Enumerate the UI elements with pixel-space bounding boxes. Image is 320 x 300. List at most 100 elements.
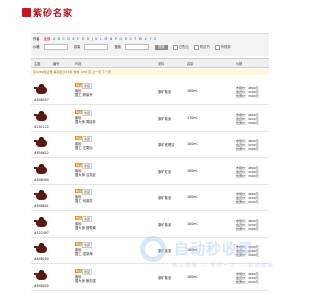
product-volume: 180ml (187, 195, 198, 199)
letter-c[interactable]: C (62, 37, 64, 41)
collect-badge[interactable]: 收藏 (82, 162, 93, 169)
letter-l[interactable]: L (100, 37, 102, 41)
price-label: 价格 (33, 45, 40, 49)
product-material: 原矿紫泥 (158, 116, 172, 121)
letter-all[interactable]: 全部 (44, 37, 51, 41)
letter-j[interactable]: J (92, 37, 93, 41)
table-row[interactable]: #808557 精品 收藏 紫砂 国工 顾景舟 原矿紫泥 180ml 市场价：4800元 会员价… (31, 78, 269, 105)
letter-s[interactable]: S (129, 37, 131, 41)
seal-icon (22, 8, 31, 17)
letter-t[interactable]: T (134, 37, 136, 41)
letter-b[interactable]: B (58, 37, 60, 41)
collect-badge[interactable]: 收藏 (82, 136, 93, 142)
header-volume: 容量 (187, 62, 194, 66)
letter-x[interactable]: X (145, 37, 147, 41)
product-author[interactable]: 国工 谭泉海 (75, 251, 93, 256)
product-code[interactable]: #122497 (34, 231, 49, 235)
product-author[interactable]: 国大师 徐秀棠 (75, 225, 96, 230)
letter-q[interactable]: Q (119, 37, 122, 41)
teapot-icon (36, 245, 47, 253)
sale-price: 优惠价：3900元 (236, 279, 259, 284)
sold-checkbox[interactable] (172, 44, 178, 50)
video-checkbox[interactable] (214, 44, 220, 50)
sale-price: 优惠价：3900元 (236, 147, 259, 151)
product-author[interactable]: 国大师 鲍志强 (75, 278, 96, 283)
product-thumbnail[interactable] (34, 81, 49, 96)
volume-input[interactable] (84, 44, 109, 50)
sale-price: 优惠价：3900元 (236, 200, 259, 204)
price-input[interactable] (43, 44, 68, 50)
letter-z[interactable]: Z (154, 37, 156, 41)
filter-panel: 作者 全部 A B C D E F G H J K L M N P Q R S … (31, 33, 269, 56)
teapot-spout-icon (34, 272, 37, 275)
product-volume: 180ml (187, 168, 198, 173)
collect-badge[interactable]: 收藏 (82, 189, 93, 195)
collect-badge[interactable]: 收藏 (82, 268, 93, 275)
volume-label: 容量 (73, 45, 81, 49)
product-code[interactable]: #806005 (34, 284, 49, 288)
product-code[interactable]: #201122 (34, 125, 49, 129)
product-code[interactable]: #806601 (34, 204, 49, 208)
watermark-logo-icon (140, 236, 166, 262)
cert-checkbox[interactable] (193, 44, 199, 50)
letter-a[interactable]: A (53, 37, 55, 41)
teapot-icon (36, 112, 47, 121)
product-code[interactable]: #806250 (34, 257, 49, 261)
product-thumbnail[interactable] (34, 187, 49, 202)
search-button[interactable]: 搜索 (155, 44, 168, 50)
letter-k[interactable]: K (95, 37, 97, 41)
table-row[interactable]: #806490 精品 收藏 紫砂 国大师 吕尧臣 原矿红泥 180ml 市场价：4800元 会员… (31, 158, 269, 185)
letter-f[interactable]: F (77, 37, 79, 41)
product-code[interactable]: #806622 (34, 151, 49, 155)
letter-r[interactable]: R (125, 37, 127, 41)
teapot-icon (36, 192, 47, 200)
product-thumbnail[interactable] (34, 134, 49, 149)
letter-w[interactable]: W (139, 37, 142, 41)
teapot-icon (36, 139, 47, 147)
table-row[interactable]: #201122 精品 收藏 紫砂 国大师 周桂珍 原矿紫泥 170ml 市场价：4800元 会员… (31, 105, 269, 132)
table-row[interactable]: #122497 精品 收藏 紫砂 国大师 徐秀棠 原矿紫泥 180ml 市场价：4800元 会员… (31, 211, 269, 238)
watermark: 自动秒收录 做上链接 — 来访一次 — 自动收录 (140, 236, 280, 276)
letter-e[interactable]: E (72, 37, 74, 41)
letter-d[interactable]: D (67, 37, 70, 41)
header-material: 泥料 (158, 62, 165, 66)
teapot-spout-icon (34, 219, 37, 222)
teapot-icon (36, 165, 47, 174)
teapot-spout-icon (34, 246, 37, 248)
collect-badge[interactable]: 收藏 (82, 109, 93, 116)
product-material: 原矿紫泥 (158, 90, 172, 94)
teapot-spout-icon (34, 87, 37, 89)
cert-label: 附证书 (199, 45, 210, 49)
search-input[interactable] (125, 44, 150, 50)
product-thumbnail[interactable] (34, 240, 49, 255)
product-thumbnail[interactable] (34, 266, 49, 282)
product-author[interactable]: 国大师 周桂珍 (75, 119, 96, 124)
letter-m[interactable]: M (104, 37, 107, 41)
teapot-spout-icon (34, 113, 37, 116)
collect-badge[interactable]: 收藏 (82, 215, 93, 222)
product-code[interactable]: #806490 (34, 178, 49, 182)
logo-text: 紫砂名家 (33, 9, 74, 19)
table-row[interactable]: #806601 精品 收藏 紫砂 国工 何道洪 原矿紫泥 180ml 市场价：4800元 会员价… (31, 184, 269, 211)
letter-g[interactable]: G (82, 37, 85, 41)
product-volume: 180ml (187, 89, 198, 93)
letter-h[interactable]: H (87, 37, 89, 41)
product-author[interactable]: 国工 何道洪 (75, 198, 93, 203)
product-code[interactable]: #808557 (34, 98, 49, 102)
product-author[interactable]: 国工 汪寅仙 (75, 145, 93, 150)
collect-badge[interactable]: 收藏 (82, 242, 93, 248)
product-thumbnail[interactable] (34, 107, 49, 123)
table-row[interactable]: #806622 精品 收藏 紫砂 国工 汪寅仙 原矿底槽清 180ml 市场价：4800元 会员… (31, 131, 269, 158)
product-material: 原矿紫泥 (158, 196, 172, 200)
collect-badge[interactable]: 收藏 (82, 83, 93, 89)
letter-p[interactable]: P (115, 37, 117, 41)
product-thumbnail[interactable] (34, 160, 49, 176)
letter-y[interactable]: Y (149, 37, 151, 41)
product-author[interactable]: 国工 顾景舟 (75, 92, 93, 97)
product-thumbnail[interactable] (34, 213, 49, 229)
product-author[interactable]: 国大师 吕尧臣 (75, 172, 96, 177)
sale-price: 优惠价：3900元 (236, 226, 259, 231)
sold-label: 已售出 (178, 45, 189, 49)
letter-n[interactable]: N (110, 37, 112, 41)
site-logo[interactable]: 紫砂名家 (22, 6, 73, 19)
